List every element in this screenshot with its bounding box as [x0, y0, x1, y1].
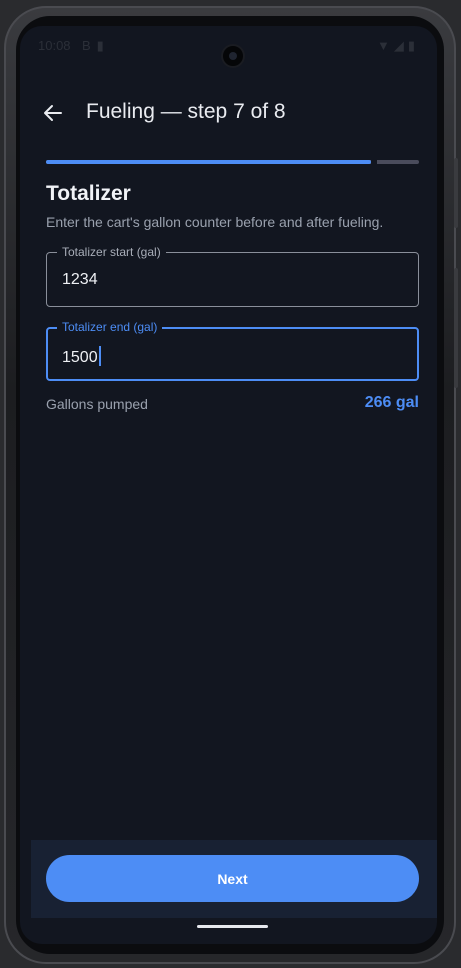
app-screen: 10:08 B▮ ▼◢▮ Fueling — step 7 of 8 Total… [20, 26, 437, 944]
status-system-icons: ▼◢▮ [377, 38, 419, 54]
gallons-pumped-label: Gallons pumped [46, 396, 148, 412]
wifi-icon: ▼ [376, 38, 394, 53]
volume-button [454, 268, 458, 388]
section-title: Totalizer [46, 182, 131, 205]
home-indicator[interactable] [197, 925, 268, 928]
step-progress-bar [46, 159, 419, 165]
totalizer-start-value: 1234 [62, 271, 98, 288]
power-button [454, 158, 458, 228]
battery-icon: ▮ [407, 38, 419, 53]
section-description: Enter the cart's gallon counter before a… [46, 214, 384, 230]
totalizer-start-field[interactable]: Totalizer start (gal) 1234 [46, 245, 419, 307]
totalizer-end-field[interactable]: Totalizer end (gal) 1500 [46, 320, 419, 381]
totalizer-end-value: 1500 [62, 349, 98, 366]
progress-fill [46, 160, 372, 164]
bottom-action-panel: Next [31, 840, 437, 918]
status-notification-icons: B▮ [82, 38, 110, 54]
totalizer-start-label: Totalizer start (gal) [57, 245, 166, 259]
sim-card-icon: ▮ [96, 38, 110, 53]
totalizer-end-input[interactable]: 1500 [62, 346, 101, 367]
arrow-left-icon [44, 105, 62, 121]
next-button[interactable]: Next [46, 855, 419, 902]
text-caret [98, 346, 101, 366]
status-time: 10:08 [38, 38, 71, 53]
totalizer-end-label: Totalizer end (gal) [57, 320, 163, 334]
signal-icon: ◢ [393, 38, 408, 53]
progress-gap [371, 159, 378, 165]
page-title: Fueling — step 7 of 8 [86, 100, 286, 123]
back-button[interactable] [36, 96, 70, 130]
notification-icon: B [82, 38, 97, 53]
gallons-pumped-value: 266 gal [364, 394, 419, 411]
app-top-bar: Fueling — step 7 of 8 [20, 92, 437, 134]
front-camera [221, 44, 245, 68]
